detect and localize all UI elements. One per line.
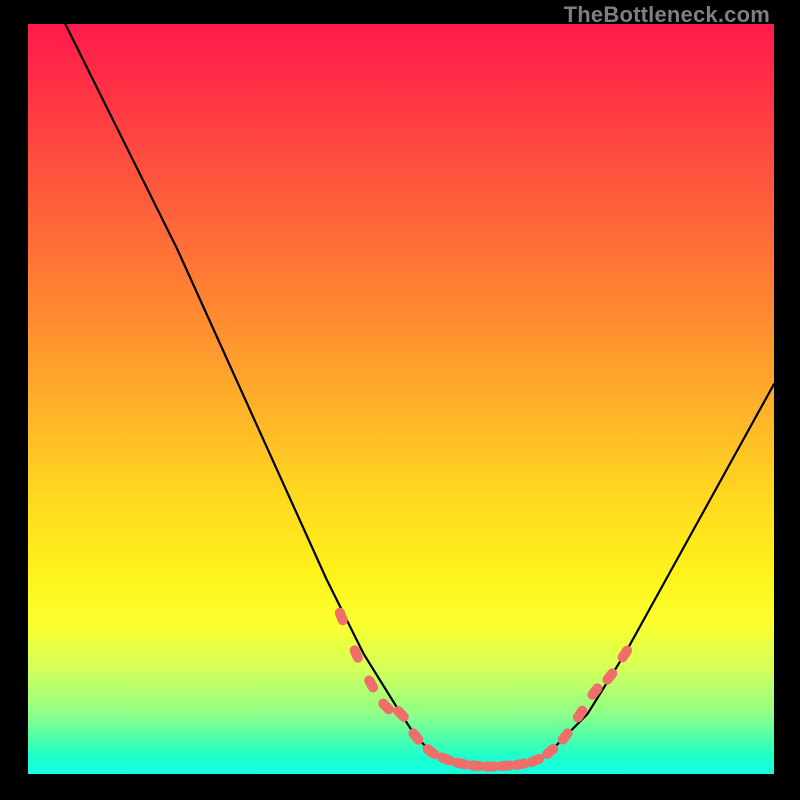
marker-point bbox=[333, 606, 349, 626]
watermark-text: TheBottleneck.com bbox=[564, 2, 770, 28]
plot-area bbox=[28, 24, 774, 774]
marker-point bbox=[348, 644, 364, 665]
curve-layer bbox=[28, 24, 774, 774]
bottleneck-curve bbox=[28, 24, 774, 767]
chart-frame bbox=[28, 24, 774, 774]
marker-point bbox=[600, 666, 619, 686]
marker-group bbox=[333, 606, 634, 771]
marker-point bbox=[391, 704, 411, 724]
marker-point bbox=[616, 644, 634, 665]
